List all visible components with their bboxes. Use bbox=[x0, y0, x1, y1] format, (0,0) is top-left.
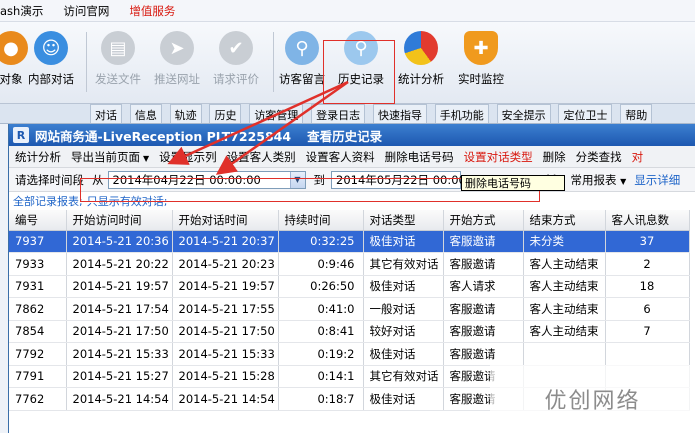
column-header-start-mode[interactable]: 开始方式 bbox=[443, 210, 524, 231]
tab-track[interactable]: 轨迹 bbox=[169, 104, 202, 123]
menu-item-value-added[interactable]: 增值服务 bbox=[129, 3, 175, 19]
all-records-report-link[interactable]: 全部记录报表; bbox=[13, 193, 83, 209]
table-row[interactable]: 7931 2014-5-21 19:57 2014-5-21 19:57 0:26:5… bbox=[9, 275, 690, 298]
column-header-chat-start[interactable]: 开始对话时间 bbox=[172, 210, 279, 231]
tab-locator[interactable]: 定位卫士 bbox=[558, 104, 613, 123]
shield-icon: ✚ bbox=[464, 31, 498, 65]
watermark: 优创网络 bbox=[490, 365, 695, 433]
table-row[interactable]: 7933 2014-5-21 20:22 2014-5-21 20:23 0:9:46… bbox=[9, 252, 690, 276]
action-statistics[interactable]: 统计分析 bbox=[15, 149, 61, 165]
table-row[interactable]: 7862 2014-5-21 17:54 2014-5-21 17:55 0:41:0… bbox=[9, 297, 690, 321]
visitor-message-icon: ⚲ bbox=[285, 31, 319, 65]
tab-history[interactable]: 历史 bbox=[209, 104, 242, 123]
dialog-title: 查看历史记录 bbox=[307, 128, 383, 144]
toolbar-monitor-button[interactable]: ✚ 实时监控 bbox=[458, 28, 504, 100]
toolbar-object-button[interactable]: ● 对象 bbox=[0, 28, 28, 100]
report-dropdown[interactable]: 常用报表 ▼ bbox=[571, 172, 627, 188]
internal-chat-icon: ☺ bbox=[34, 31, 68, 65]
filter-label: 请选择时间段 bbox=[15, 172, 84, 187]
column-header-chat-type[interactable]: 对话类型 bbox=[363, 210, 444, 231]
action-delete[interactable]: 删除 bbox=[543, 149, 566, 165]
action-set-chat-type[interactable]: 设置对话类型 bbox=[464, 149, 533, 165]
chevron-down-icon: ▼ bbox=[620, 176, 627, 186]
action-category-search[interactable]: 分类查找 bbox=[576, 149, 622, 165]
toolbar-separator bbox=[86, 32, 87, 92]
tab-help[interactable]: 帮助 bbox=[620, 104, 653, 123]
menu-item-demo[interactable]: ash演示 bbox=[0, 3, 43, 19]
toolbar-internal-chat-button[interactable]: ☺ 内部对话 bbox=[28, 28, 74, 100]
column-header-message-count[interactable]: 客人讯息数 bbox=[605, 210, 690, 231]
tab-mobile[interactable]: 手机功能 bbox=[434, 104, 489, 123]
app-logo-icon: R bbox=[13, 127, 29, 143]
object-icon: ● bbox=[0, 31, 28, 65]
push-url-icon: ➤ bbox=[160, 31, 194, 65]
column-header-duration[interactable]: 持续时间 bbox=[278, 210, 364, 231]
toolbar-push-url-button[interactable]: ➤ 推送网址 bbox=[154, 28, 200, 100]
column-header-end-mode[interactable]: 结束方式 bbox=[523, 210, 606, 231]
tab-login-log[interactable]: 登录日志 bbox=[311, 104, 366, 123]
toolbar-statistics-button[interactable]: 统计分析 bbox=[398, 28, 444, 100]
tab-guide[interactable]: 快速指导 bbox=[372, 104, 427, 123]
dialog-app-name: 网站商务通-LiveReception PLT7225844 bbox=[35, 128, 292, 144]
action-set-columns[interactable]: 设置显示列 bbox=[159, 149, 217, 165]
menu-item-website[interactable]: 访问官网 bbox=[63, 3, 109, 19]
table-row[interactable]: 7792 2014-5-21 15:33 2014-5-21 15:33 0:19:2… bbox=[9, 342, 690, 366]
toolbar-send-file-button[interactable]: ▤ 发送文件 bbox=[95, 28, 141, 100]
tab-chat[interactable]: 对话 bbox=[90, 104, 122, 123]
toolbar-rating-button[interactable]: ✔ 请求评价 bbox=[213, 28, 259, 100]
action-set-guest-category[interactable]: 设置客人类别 bbox=[227, 149, 296, 165]
tab-security[interactable]: 安全提示 bbox=[496, 104, 551, 123]
show-detail-link[interactable]: 显示详细 bbox=[634, 172, 680, 188]
action-set-guest-profile[interactable]: 设置客人资料 bbox=[306, 149, 375, 165]
rating-icon: ✔ bbox=[219, 31, 253, 65]
delete-phone-tooltip: 删除电话号码 bbox=[461, 175, 565, 191]
action-more[interactable]: 对 bbox=[632, 149, 644, 165]
tab-info[interactable]: 信息 bbox=[129, 104, 162, 123]
table-header: 编号 开始访问时间 开始对话时间 持续时间 对话类型 开始方式 结束方式 客人讯… bbox=[9, 210, 690, 231]
dialog-titlebar[interactable]: R 网站商务通-LiveReception PLT7225844 查看历史记录 bbox=[9, 124, 695, 146]
table-row[interactable]: 7854 2014-5-21 17:50 2014-5-21 17:50 0:8:41… bbox=[9, 320, 690, 343]
column-header-id[interactable]: 编号 bbox=[9, 210, 67, 231]
send-file-icon: ▤ bbox=[101, 31, 135, 65]
pie-chart-icon bbox=[404, 31, 438, 65]
action-export-page[interactable]: 导出当前页面 ▼ bbox=[71, 149, 149, 165]
dialog-action-bar: 统计分析 导出当前页面 ▼ 设置显示列 设置客人类别 设置客人资料 删除电话号码 … bbox=[9, 146, 695, 168]
top-menu: ash演示 访问官网 增值服务 bbox=[0, 0, 695, 22]
table-row[interactable]: 7937 2014-5-21 20:36 2014-5-21 20:37 0:32:2… bbox=[9, 230, 690, 253]
tab-visitor-mgmt[interactable]: 访客管理 bbox=[249, 104, 304, 123]
workspace-tabs: 对话 信息 轨迹 历史 访客管理 登录日志 快速指导 手机功能 安全提示 定位卫… bbox=[0, 104, 695, 124]
action-delete-phone[interactable]: 删除电话号码 bbox=[385, 149, 454, 165]
toolbar-visitor-message-button[interactable]: ⚲ 访客留言 bbox=[279, 28, 325, 100]
column-header-visit-start[interactable]: 开始访问时间 bbox=[66, 210, 173, 231]
chevron-down-icon: ▼ bbox=[143, 153, 150, 163]
toolbar-separator bbox=[273, 32, 274, 92]
history-highlight-box bbox=[323, 40, 395, 104]
